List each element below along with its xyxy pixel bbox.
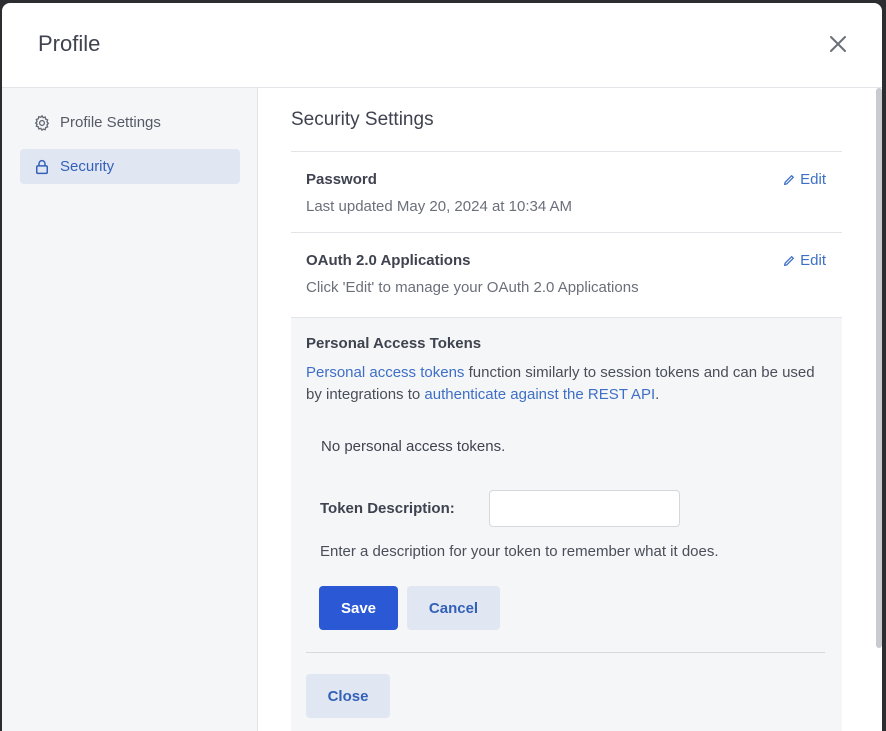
password-subtitle: Last updated May 20, 2024 at 10:34 AM xyxy=(306,198,573,215)
no-tokens-text: No personal access tokens. xyxy=(321,438,506,455)
token-description-input[interactable] xyxy=(489,490,680,527)
cancel-button[interactable]: Cancel xyxy=(407,586,500,630)
save-button[interactable]: Save xyxy=(319,586,398,630)
pencil-icon xyxy=(784,256,795,267)
lock-icon xyxy=(33,158,51,176)
close-button[interactable]: Close xyxy=(306,674,390,718)
sidebar-item-label: Security xyxy=(60,158,115,175)
sidebar-item-label: Profile Settings xyxy=(60,114,161,131)
oauth-edit-button[interactable]: Edit xyxy=(783,252,826,269)
profile-modal: Profile Profile Settings Security Securi… xyxy=(2,3,882,731)
sidebar-item-security[interactable]: Security xyxy=(20,149,240,184)
password-row: Password Last updated May 20, 2024 at 10… xyxy=(291,151,842,232)
section-title: Security Settings xyxy=(291,109,434,130)
tokens-desc-end: . xyxy=(655,386,660,403)
modal-header: Profile xyxy=(2,3,882,88)
rest-api-auth-link[interactable]: authenticate against the REST API xyxy=(424,386,655,403)
edit-label: Edit xyxy=(800,252,826,269)
close-icon[interactable] xyxy=(826,32,850,56)
edit-label: Edit xyxy=(800,171,826,188)
divider xyxy=(306,652,825,653)
sidebar-item-profile-settings[interactable]: Profile Settings xyxy=(20,105,240,140)
oauth-row: OAuth 2.0 Applications Click 'Edit' to m… xyxy=(291,232,842,314)
content-panel: Security Settings Password Last updated … xyxy=(259,88,882,731)
oauth-subtitle: Click 'Edit' to manage your OAuth 2.0 Ap… xyxy=(306,279,639,296)
gear-icon xyxy=(33,114,51,132)
tokens-title: Personal Access Tokens xyxy=(306,335,482,352)
modal-title: Profile xyxy=(38,31,101,56)
scrollbar[interactable] xyxy=(876,88,882,648)
password-edit-button[interactable]: Edit xyxy=(783,171,826,188)
token-hint: Enter a description for your token to re… xyxy=(320,543,719,560)
personal-access-tokens-link[interactable]: Personal access tokens xyxy=(306,364,464,381)
oauth-title: OAuth 2.0 Applications xyxy=(306,252,471,269)
tokens-description: Personal access tokens function similarl… xyxy=(306,362,826,406)
personal-access-tokens-panel: Personal Access Tokens Personal access t… xyxy=(291,317,842,731)
token-description-label: Token Description: xyxy=(320,500,455,517)
pencil-icon xyxy=(784,175,795,186)
sidebar: Profile Settings Security xyxy=(2,88,258,731)
password-title: Password xyxy=(306,171,377,188)
